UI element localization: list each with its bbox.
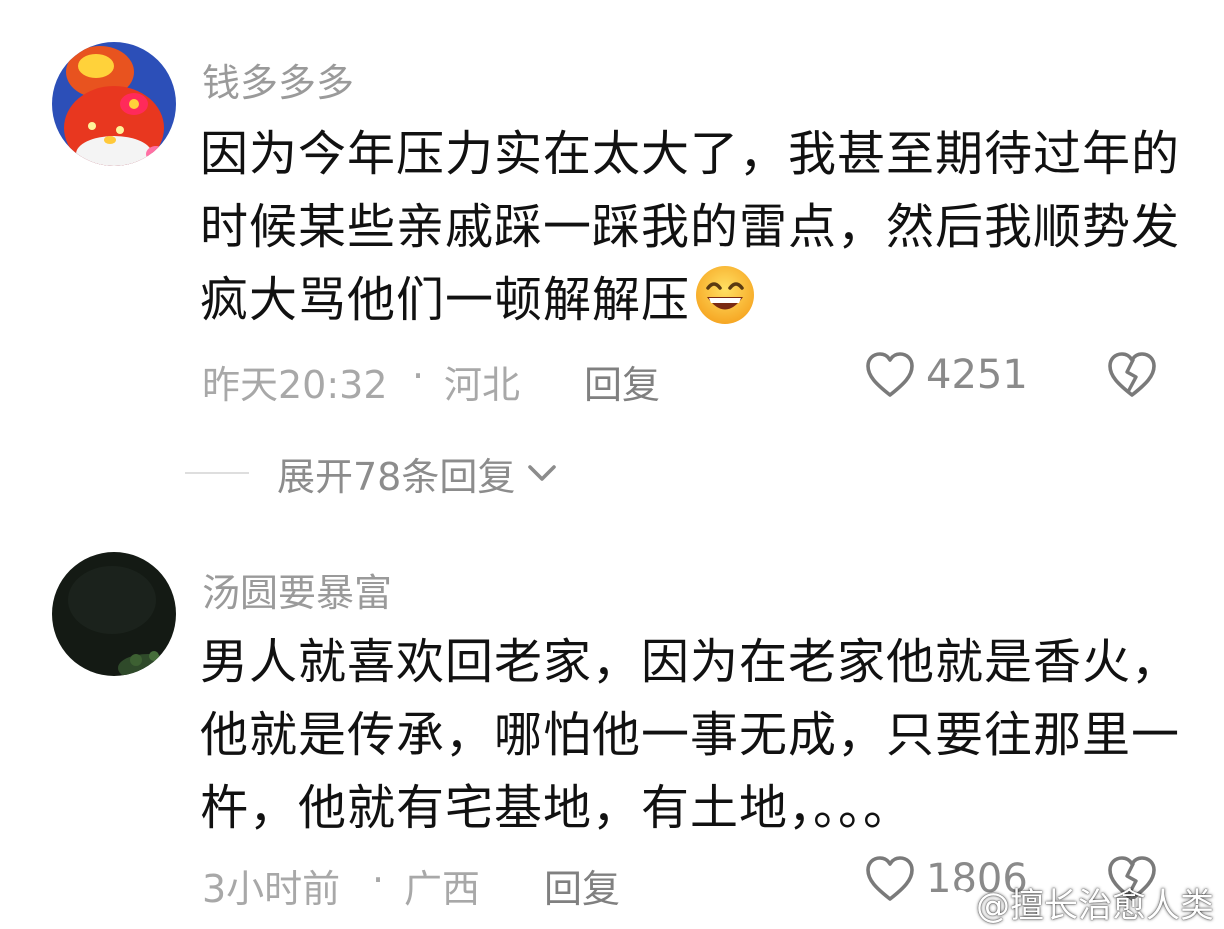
heart-outline-icon xyxy=(866,352,914,397)
comment-location: 广西 xyxy=(404,867,481,911)
comment-text-body: 因为今年压力实在太大了，我甚至期待过年的时候某些亲戚踩一踩我的雷点，然后我顺势发… xyxy=(200,126,1181,328)
comment-meta: 昨天20:32 · 河北 回复 xyxy=(202,354,1182,407)
meta-separator: · xyxy=(412,354,425,398)
like-count: 4251 xyxy=(926,352,1028,398)
comment-location: 河北 xyxy=(444,363,521,407)
comment-text: 男人就喜欢回老家，因为在老家他就是香火，他就是传承，哪怕他一事无成，只要往那里一… xyxy=(200,634,1181,836)
meta-separator: · xyxy=(372,858,385,902)
reply-button[interactable]: 回复 xyxy=(544,858,620,913)
watermark: @擅长治愈人类 xyxy=(932,878,1214,927)
username[interactable]: 钱多多多 xyxy=(202,52,354,107)
comment-text: 因为今年压力实在太大了，我甚至期待过年的时候某些亲戚踩一踩我的雷点，然后我顺势发… xyxy=(200,118,1190,347)
comment-time: 3小时前 xyxy=(202,867,341,911)
reply-button[interactable]: 回复 xyxy=(584,354,660,409)
comment-time: 昨天20:32 xyxy=(202,363,388,407)
chevron-down-icon xyxy=(528,465,557,481)
avatar[interactable] xyxy=(52,552,176,676)
expand-replies-button[interactable]: 展开78条回复 xyxy=(185,448,559,499)
watermark-text: @擅长治愈人类 xyxy=(976,886,1214,926)
username[interactable]: 汤圆要暴富 xyxy=(202,562,392,617)
heart-outline-icon xyxy=(866,856,914,901)
dislike-button[interactable] xyxy=(1106,350,1158,404)
divider-line xyxy=(185,472,249,474)
avatar[interactable] xyxy=(52,42,176,166)
expand-replies-label: 展开78条回复 xyxy=(277,454,516,499)
like-button[interactable]: 4251 xyxy=(864,350,1028,400)
weibo-logo-icon xyxy=(932,889,970,918)
broken-heart-icon xyxy=(1108,352,1156,397)
grinning-face-emoji xyxy=(694,264,756,347)
